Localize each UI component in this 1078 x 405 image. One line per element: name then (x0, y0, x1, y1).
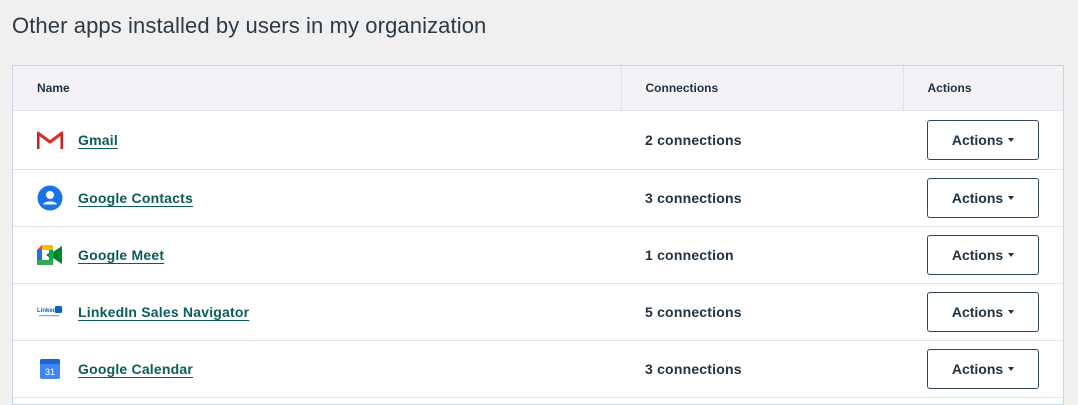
caret-down-icon (1008, 309, 1015, 314)
actions-button-label: Actions (951, 189, 1004, 206)
gmail-icon (37, 127, 63, 153)
table-row: 31 Google Calendar 3 connections Actions (13, 340, 1063, 398)
caret-down-icon (1008, 137, 1015, 142)
connections-count: 3 connections (645, 360, 742, 377)
table-row: Linked LinkedIn Sales Navigator 5 connec… (13, 283, 1063, 341)
google-meet-icon (37, 242, 63, 268)
table-row: Google Meet 1 connection Actions (13, 226, 1063, 284)
table-header-row: Name Connections Actions (13, 66, 1063, 111)
connections-count: 1 connection (645, 246, 734, 263)
actions-dropdown-button[interactable]: Actions (927, 291, 1039, 332)
caret-down-icon (1008, 195, 1015, 200)
calendar-day-label: 31 (45, 367, 55, 377)
actions-button-label: Actions (951, 303, 1004, 320)
connections-count: 5 connections (645, 303, 742, 320)
actions-button-label: Actions (951, 360, 1004, 377)
actions-button-label: Actions (951, 246, 1004, 263)
google-calendar-icon: 31 (37, 356, 63, 382)
google-contacts-icon (37, 185, 63, 211)
caret-down-icon (1008, 252, 1015, 257)
actions-button-label: Actions (951, 131, 1004, 148)
linkedin-wordmark: Linked (37, 308, 57, 314)
table-row: Gmail 2 connections Actions (13, 110, 1063, 170)
app-link-linkedin-sales-navigator[interactable]: LinkedIn Sales Navigator (78, 304, 249, 320)
caret-down-icon (1008, 366, 1015, 371)
column-header-name: Name (13, 66, 621, 111)
actions-dropdown-button[interactable]: Actions (927, 177, 1039, 218)
page-title: Other apps installed by users in my orga… (12, 13, 487, 38)
linkedin-sales-navigator-icon: Linked (37, 299, 63, 325)
column-header-actions: Actions (902, 66, 1063, 111)
connections-count: 2 connections (645, 131, 742, 148)
actions-dropdown-button[interactable]: Actions (927, 348, 1039, 389)
column-header-connections: Connections (620, 66, 903, 111)
connections-count: 3 connections (645, 189, 742, 206)
actions-dropdown-button[interactable]: Actions (927, 234, 1039, 275)
app-link-google-contacts[interactable]: Google Contacts (78, 190, 193, 206)
actions-dropdown-button[interactable]: Actions (927, 119, 1039, 160)
app-link-google-calendar[interactable]: Google Calendar (78, 361, 193, 377)
table-row: Google Contacts 3 connections Actions (13, 169, 1063, 227)
apps-table: Name Connections Actions Gmail 2 connect… (12, 65, 1064, 405)
app-link-google-meet[interactable]: Google Meet (78, 247, 164, 263)
app-link-gmail[interactable]: Gmail (78, 132, 118, 148)
